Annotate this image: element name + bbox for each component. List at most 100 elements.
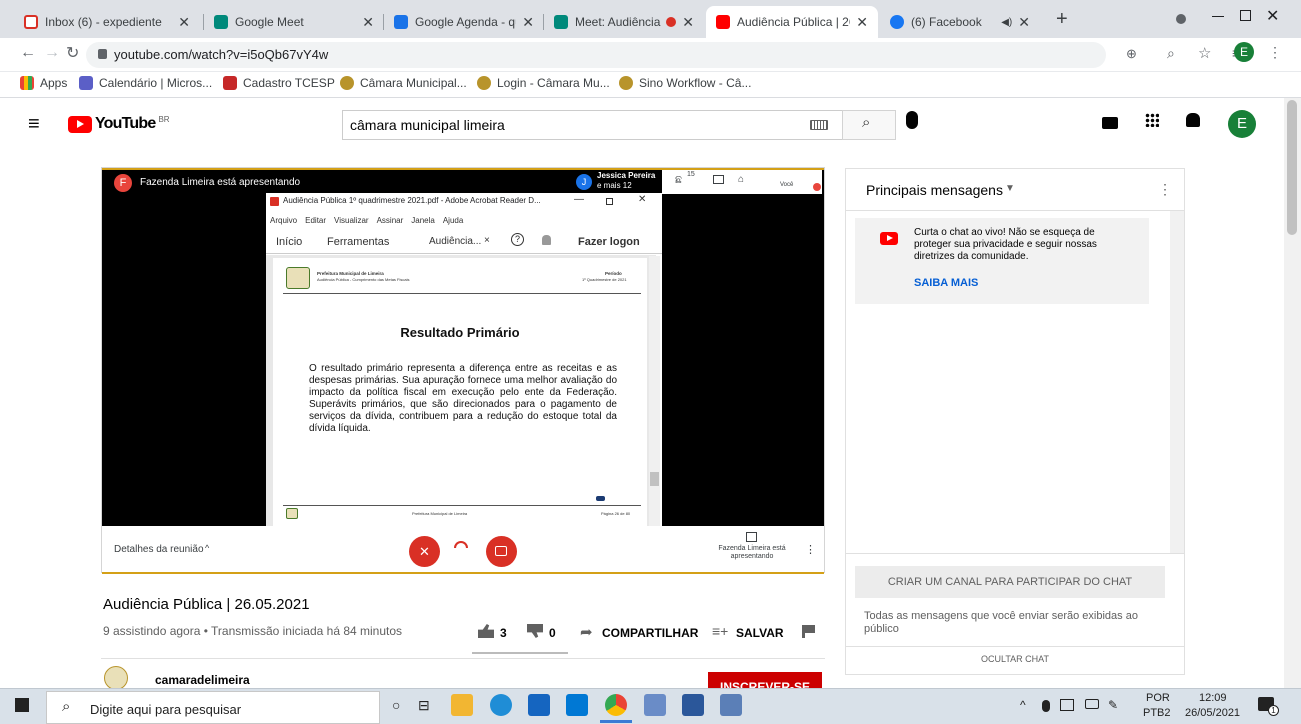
help-icon[interactable]: ?	[511, 233, 524, 246]
edge-icon[interactable]	[490, 694, 512, 716]
close-tab-icon[interactable]: ✕	[522, 14, 534, 31]
reload-icon[interactable]: ↻	[66, 43, 79, 63]
tray-time[interactable]: 12:09	[1199, 692, 1227, 704]
cortana-icon[interactable]: ○	[392, 697, 400, 713]
mail-icon[interactable]	[566, 694, 588, 716]
forward-icon[interactable]: →	[44, 44, 60, 62]
chevron-up-icon[interactable]: ^	[205, 543, 209, 553]
menu-ajuda[interactable]: Ajuda	[443, 216, 463, 225]
tab-meet-audiencia[interactable]: Meet: Audiência P ✕	[544, 6, 704, 38]
chat-scrollbar[interactable]	[1170, 211, 1184, 553]
close-tab-icon[interactable]: ✕	[362, 14, 374, 31]
meeting-details-button[interactable]: Detalhes da reunião	[114, 544, 204, 555]
dropdown-caret-icon[interactable]: ▼	[1005, 183, 1015, 194]
tray-battery-icon[interactable]	[1085, 699, 1099, 709]
keyboard-icon[interactable]	[810, 120, 828, 130]
meet-more-icon[interactable]: ⋮	[805, 543, 816, 556]
people-icon[interactable]: ଛ	[675, 174, 682, 187]
like-icon[interactable]	[478, 624, 494, 638]
scrollbar-thumb[interactable]	[1287, 100, 1297, 235]
sign-in-button[interactable]: Fazer logon	[578, 236, 640, 248]
chrome-icon[interactable]	[605, 694, 627, 716]
tab-google-meet[interactable]: Google Meet ✕	[204, 6, 384, 38]
close-doc-tab-icon[interactable]: ×	[484, 235, 490, 246]
create-video-icon[interactable]	[1102, 117, 1118, 129]
minimize-button[interactable]	[1212, 16, 1224, 17]
youtube-logo[interactable]: YouTube BR	[68, 115, 170, 133]
bookmark-camara[interactable]: Câmara Municipal...	[340, 76, 467, 90]
tray-date[interactable]: 26/05/2021	[1185, 707, 1240, 719]
hamburger-menu-icon[interactable]: ≡	[28, 113, 40, 136]
tray-mic-icon[interactable]	[1042, 700, 1050, 712]
bookmark-apps[interactable]: Apps	[20, 76, 67, 90]
tab-facebook[interactable]: (6) Facebook ◀) ✕	[880, 6, 1040, 38]
app2-icon[interactable]	[720, 694, 742, 716]
close-tab-icon[interactable]: ✕	[178, 14, 190, 31]
chat-more-icon[interactable]: ⋮	[1158, 181, 1172, 198]
channel-avatar[interactable]	[104, 666, 128, 690]
profile-avatar[interactable]: E	[1234, 42, 1254, 62]
acrobat-close[interactable]: ✕	[638, 194, 646, 205]
tray-network-icon[interactable]	[1060, 699, 1074, 711]
tab-gmail[interactable]: Inbox (6) - expediente ✕	[14, 6, 200, 38]
tray-keyboard-layout[interactable]: PTB2	[1143, 707, 1171, 719]
learn-more-link[interactable]: SAIBA MAIS	[914, 277, 978, 289]
bookmark-login[interactable]: Login - Câmara Mu...	[477, 76, 610, 90]
acrobat-bell-icon[interactable]	[542, 235, 551, 245]
close-tab-icon[interactable]: ✕	[1018, 14, 1030, 31]
tray-pen-icon[interactable]: ✎	[1108, 698, 1118, 712]
user-avatar[interactable]: E	[1228, 110, 1256, 138]
tray-expand-icon[interactable]: ^	[1020, 698, 1026, 712]
acrobat-minimize[interactable]: —	[574, 194, 584, 205]
apps-icon[interactable]	[1145, 113, 1159, 127]
audio-icon[interactable]: ◀)	[1001, 17, 1012, 28]
windows-start-icon[interactable]	[15, 698, 29, 712]
tab-ferramentas[interactable]: Ferramentas	[327, 236, 389, 248]
create-channel-button[interactable]: CRIAR UM CANAL PARA PARTICIPAR DO CHAT	[855, 566, 1165, 598]
tab-youtube-active[interactable]: Audiência Pública | 26 ✕	[706, 6, 878, 38]
subscribe-button[interactable]: INSCREVER-SE	[708, 672, 822, 688]
microphone-icon[interactable]	[906, 111, 918, 129]
menu-visualizar[interactable]: Visualizar	[334, 216, 369, 225]
bookmark-cadastro[interactable]: Cadastro TCESP	[223, 76, 335, 90]
back-icon[interactable]: ←	[20, 44, 36, 62]
dislike-icon[interactable]	[527, 624, 543, 638]
bookmark-sino[interactable]: Sino Workflow - Câ...	[619, 76, 751, 90]
activities-icon[interactable]: ⌂	[738, 174, 744, 185]
channel-name[interactable]: camaradelimeira	[155, 673, 250, 687]
tab-search-icon[interactable]	[1176, 14, 1186, 24]
notifications-bell-icon[interactable]	[1186, 113, 1200, 127]
zoom-icon[interactable]: ⌕	[1167, 45, 1175, 62]
close-window-button[interactable]: ✕	[1266, 6, 1279, 26]
share-icon[interactable]: ➦	[580, 623, 593, 641]
tab-document[interactable]: Audiência...	[429, 236, 481, 247]
task-view-icon[interactable]: ⊟	[418, 697, 430, 714]
tab-inicio[interactable]: Início	[276, 236, 302, 248]
bookmark-star-icon[interactable]: ☆	[1198, 44, 1211, 62]
chat-mode-dropdown[interactable]: Principais mensagens	[866, 182, 1003, 198]
close-tab-icon[interactable]: ✕	[856, 14, 868, 31]
menu-janela[interactable]: Janela	[411, 216, 435, 225]
close-tab-icon[interactable]: ✕	[682, 14, 694, 31]
present-screen-icon[interactable]	[746, 532, 757, 542]
bookmark-calendario[interactable]: Calendário | Micros...	[79, 76, 212, 90]
hide-chat-button[interactable]: OCULTAR CHAT	[846, 654, 1184, 664]
file-explorer-icon[interactable]	[451, 694, 473, 716]
share-button[interactable]: COMPARTILHAR	[602, 626, 698, 640]
mic-off-button[interactable]: ✕	[409, 536, 440, 567]
word-icon[interactable]	[682, 694, 704, 716]
acrobat-maximize[interactable]	[606, 198, 613, 205]
url-text[interactable]: youtube.com/watch?v=i5oQb67vY4w	[114, 47, 328, 62]
save-button[interactable]: SALVAR	[736, 626, 784, 640]
menu-assinar[interactable]: Assinar	[377, 216, 404, 225]
menu-editar[interactable]: Editar	[305, 216, 326, 225]
pdf-scrollbar-thumb[interactable]	[650, 472, 659, 486]
tab-google-agenda[interactable]: Google Agenda - qua✕	[384, 6, 544, 38]
chat-icon[interactable]	[713, 175, 724, 184]
maximize-button[interactable]	[1240, 10, 1251, 21]
hang-up-button[interactable]	[454, 541, 468, 548]
tray-language[interactable]: POR	[1146, 692, 1170, 704]
menu-dots-icon[interactable]: ⋮	[1268, 44, 1282, 61]
menu-arquivo[interactable]: Arquivo	[270, 216, 297, 225]
install-icon[interactable]: ⊕	[1126, 46, 1137, 62]
